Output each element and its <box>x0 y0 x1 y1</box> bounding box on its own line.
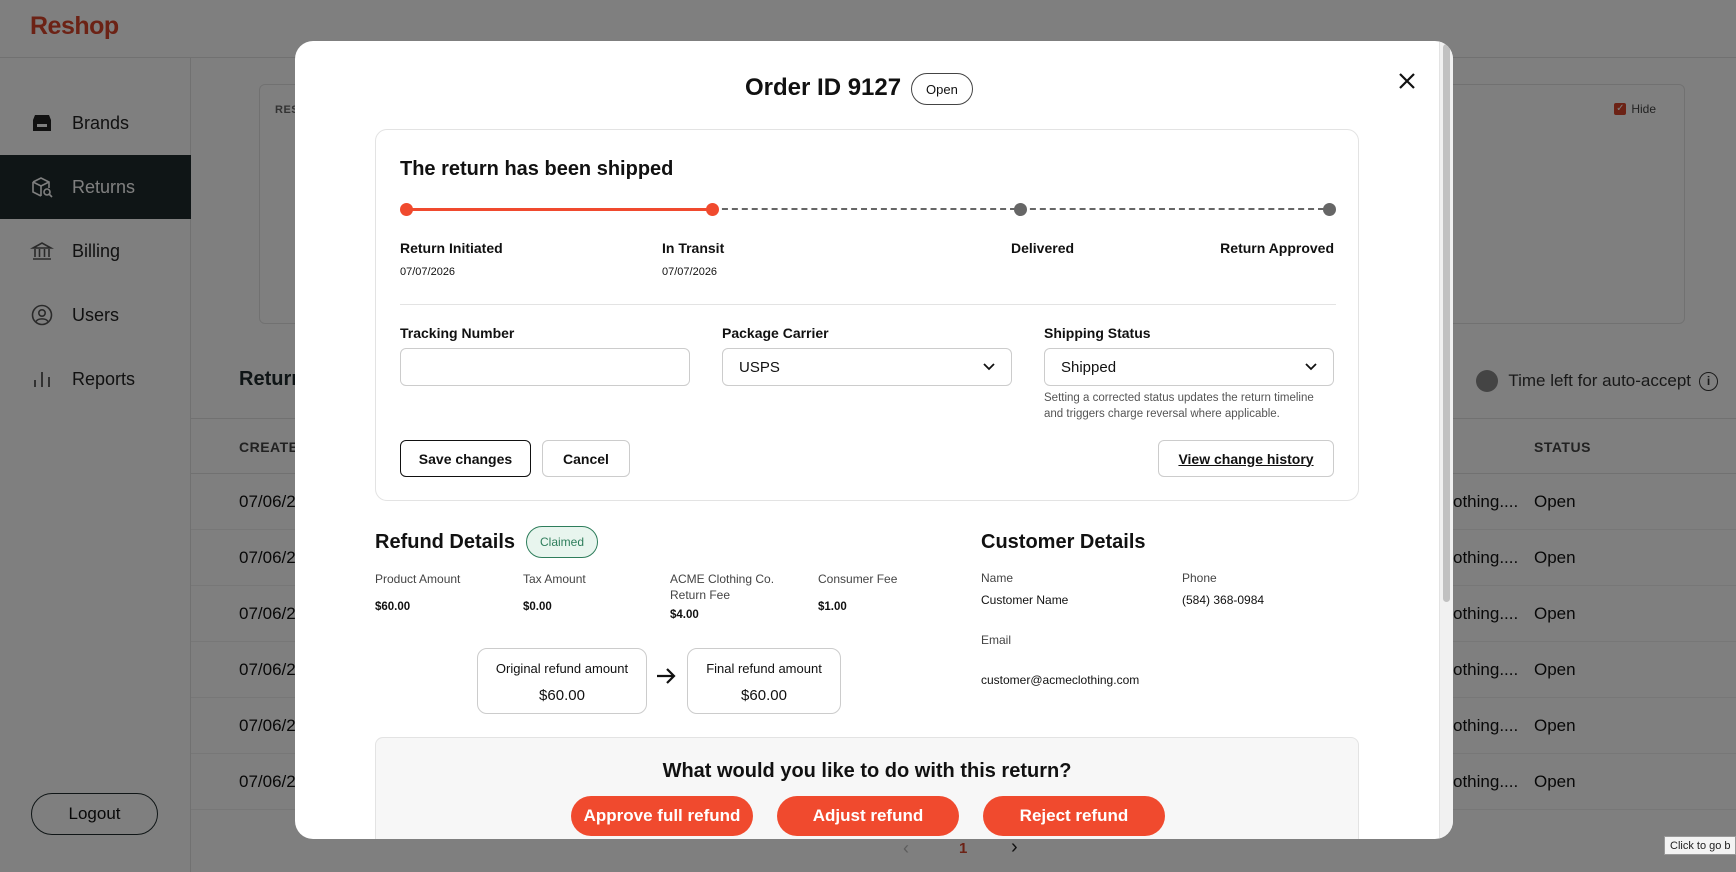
chevron-down-icon <box>983 363 995 371</box>
timeline-dot <box>1323 203 1336 216</box>
final-refund-box: Final refund amount $60.00 <box>687 648 841 714</box>
shipment-card: The return has been shipped Return Initi… <box>375 129 1359 501</box>
package-carrier-value: USPS <box>739 358 780 376</box>
consumer-fee-label: Consumer Fee <box>818 572 898 586</box>
product-amount-value: $60.00 <box>375 601 411 613</box>
tracking-number-input[interactable] <box>400 348 690 386</box>
tax-amount-value: $0.00 <box>523 601 552 613</box>
tooltip: Click to go b <box>1664 836 1736 855</box>
modal-scrollbar[interactable] <box>1439 41 1453 839</box>
final-refund-value: $60.00 <box>741 687 787 704</box>
return-action-question: What would you like to do with this retu… <box>662 760 1072 782</box>
original-refund-value: $60.00 <box>539 687 585 704</box>
shipping-status-value: Shipped <box>1061 358 1117 376</box>
divider <box>400 304 1336 305</box>
customer-email-value: customer@acmeclothing.com <box>981 673 1140 687</box>
customer-details-title: Customer Details <box>981 531 1146 553</box>
consumer-fee-value: $1.00 <box>818 601 847 613</box>
tax-amount-label: Tax Amount <box>523 572 586 586</box>
customer-name-value: Customer Name <box>981 593 1069 607</box>
modal-title: Order ID 9127 <box>745 74 902 101</box>
shipping-status-select[interactable]: Shipped <box>1044 348 1334 386</box>
arrow-right-icon <box>657 668 676 684</box>
shipping-status-help: Setting a corrected status updates the r… <box>1044 392 1314 420</box>
timeline-dot <box>1014 203 1027 216</box>
order-modal: Order ID 9127 Open The return has been s… <box>295 41 1453 839</box>
timeline-dot <box>400 203 413 216</box>
refund-details-title: Refund Details <box>375 531 516 553</box>
close-icon[interactable] <box>1393 67 1421 95</box>
return-fee-label: ACME Clothing Co. Return Fee <box>670 572 775 602</box>
step-date: 07/07/2026 <box>662 266 718 278</box>
timeline-dot <box>706 203 719 216</box>
tracking-number-label: Tracking Number <box>400 325 515 341</box>
chevron-down-icon <box>1305 363 1317 371</box>
step-label-return-initiated: Return Initiated <box>400 240 503 256</box>
return-actions-card: What would you like to do with this retu… <box>375 737 1359 839</box>
original-refund-box: Original refund amount $60.00 <box>477 648 647 714</box>
customer-email-label: Email <box>981 633 1012 647</box>
cancel-button[interactable]: Cancel <box>542 440 630 477</box>
final-refund-label: Final refund amount <box>706 661 822 676</box>
view-change-history-button[interactable]: View change history <box>1158 440 1334 477</box>
customer-name-label: Name <box>981 571 1014 585</box>
step-label-in-transit: In Transit <box>662 240 725 256</box>
package-carrier-select[interactable]: USPS <box>722 348 1012 386</box>
original-refund-label: Original refund amount <box>495 661 629 676</box>
approve-full-refund-button[interactable]: Approve full refund <box>571 796 753 836</box>
claimed-badge: Claimed <box>526 526 599 558</box>
product-amount-label: Product Amount <box>375 572 461 586</box>
customer-phone-label: Phone <box>1182 571 1217 585</box>
shipment-title: The return has been shipped <box>400 158 674 180</box>
timeline-progress-complete <box>406 208 712 211</box>
reject-refund-button[interactable]: Reject refund <box>983 796 1165 836</box>
shipping-status-label: Shipping Status <box>1044 325 1151 341</box>
step-date: 07/07/2026 <box>400 266 456 278</box>
step-label-delivered: Delivered <box>1011 240 1075 256</box>
package-carrier-label: Package Carrier <box>722 325 829 341</box>
status-badge: Open <box>911 73 973 105</box>
return-fee-value: $4.00 <box>670 609 699 621</box>
return-timeline <box>400 200 1336 220</box>
scrollbar-thumb[interactable] <box>1443 44 1450 602</box>
customer-phone-value: (584) 368-0984 <box>1182 593 1265 607</box>
step-label-return-approved: Return Approved <box>1220 240 1334 256</box>
save-changes-button[interactable]: Save changes <box>400 440 531 477</box>
adjust-refund-button[interactable]: Adjust refund <box>777 796 959 836</box>
